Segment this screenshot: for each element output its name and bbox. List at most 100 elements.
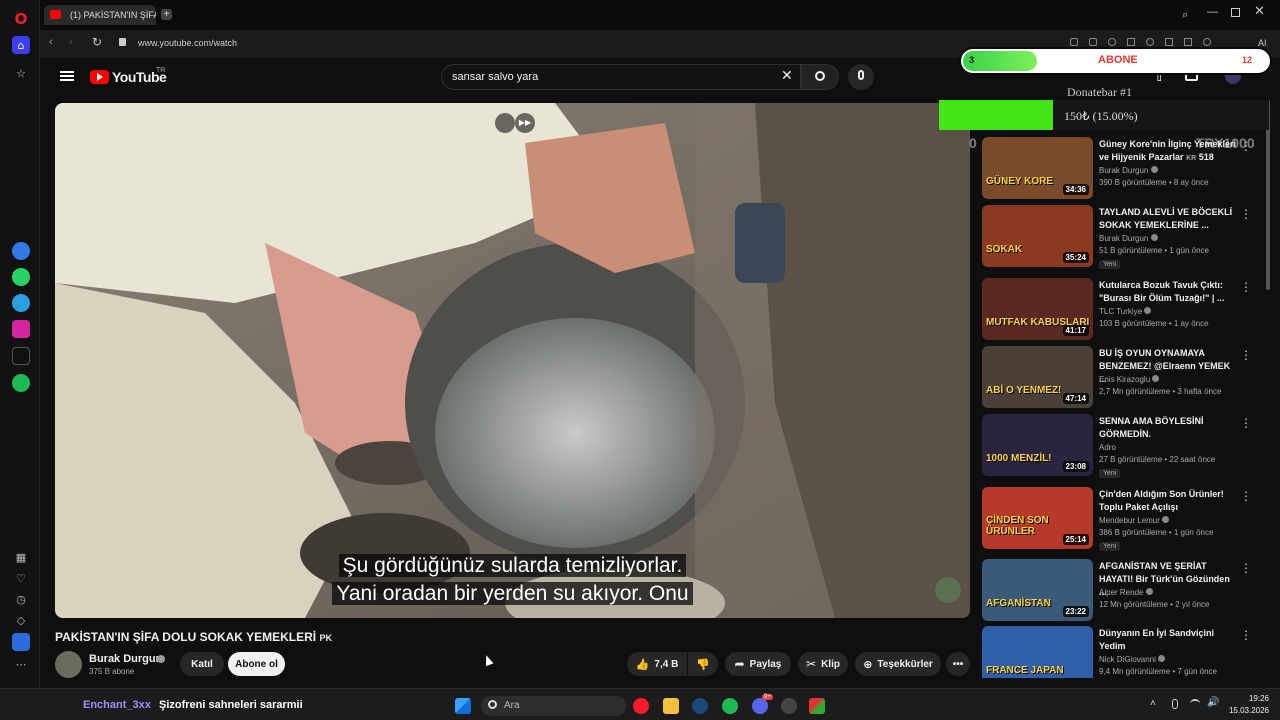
recommendation-channel[interactable]: Enis Kirazoglu (1099, 375, 1160, 384)
maximize-button[interactable] (1231, 8, 1240, 17)
opera-taskbar-icon[interactable] (633, 698, 649, 714)
youtube-logo-icon[interactable] (90, 70, 109, 84)
recommendation-thumbnail[interactable]: ÇİNDEN SON ÜRÜNLER 25:14 (982, 487, 1093, 549)
recommendation-thumbnail[interactable]: 1000 MENZİL! 23:08 (982, 414, 1093, 476)
recommendation-thumbnail[interactable]: GÜNEY KORE 34:36 (982, 137, 1093, 199)
tray-wifi-icon[interactable] (1190, 699, 1200, 708)
recommendation-thumbnail[interactable]: AFGANİSTAN 23:22 (982, 559, 1093, 621)
recommendation-menu-icon[interactable]: ⋮ (1240, 628, 1252, 642)
recommendation-channel[interactable]: Nick DiGiovanni (1099, 655, 1166, 664)
recommendation-menu-icon[interactable]: ⋮ (1240, 561, 1252, 575)
new-tab-button[interactable]: + (161, 9, 172, 20)
recommendation-menu-icon[interactable]: ⋮ (1240, 489, 1252, 503)
whatsapp-icon[interactable] (12, 268, 30, 286)
recommendation-title[interactable]: Dünyanın En İyi Sandviçini Yedim (1099, 627, 1239, 653)
channel-name[interactable]: Burak Durgun (89, 653, 162, 665)
recommendation-title[interactable]: SENNA AMA BÖYLESİNİ GÖRMEDİN. (1099, 415, 1239, 441)
clear-search-icon[interactable]: ✕ (781, 68, 793, 84)
skip-icon[interactable]: ▶▶ (515, 113, 535, 133)
telegram-icon[interactable] (12, 294, 30, 312)
recommendation-channel[interactable]: Burak Durgun (1099, 234, 1158, 243)
recommendation-menu-icon[interactable]: ⋮ (1240, 348, 1252, 362)
search-button[interactable] (801, 64, 839, 90)
channel-avatar[interactable] (55, 651, 82, 678)
recommendation-thumbnail[interactable]: FRANCE JAPAN (982, 626, 1093, 678)
heart-icon[interactable]: ♡ (12, 569, 30, 587)
discord-icon[interactable] (752, 698, 768, 714)
spotify-taskbar-icon[interactable] (722, 698, 738, 714)
share-button[interactable]: ➦ Paylaş (725, 652, 791, 676)
subscribe-button[interactable]: Abone ol (228, 652, 285, 676)
recommendation-menu-icon[interactable]: ⋮ (1240, 207, 1252, 221)
minimize-button[interactable]: — (1207, 6, 1218, 18)
heart-outline-icon[interactable] (1146, 38, 1154, 46)
more-icon[interactable]: ⋯ (12, 655, 30, 673)
apps-grid-icon[interactable]: ▦ (12, 548, 30, 566)
recommendation-item[interactable]: AFGANİSTAN 23:22 AFGANİSTAN VE ŞERİAT HAYA… (982, 559, 1267, 623)
camera-icon[interactable] (1089, 38, 1097, 46)
more-actions-button[interactable]: ••• (946, 652, 970, 676)
file-explorer-icon[interactable] (663, 698, 679, 714)
toolbar-icon[interactable] (1070, 38, 1078, 46)
clock-date[interactable]: 15.03.2026 (1222, 706, 1269, 715)
hamburger-icon[interactable] (60, 71, 74, 73)
tab-youtube[interactable]: (1) PAKİSTAN'IN ŞİFA D (44, 5, 156, 25)
recommendation-item[interactable]: MUTFAK KABUSLARI 41:17 Kutularca Bozuk Tav… (982, 278, 1267, 342)
recommendation-channel[interactable]: TLC Turkiye (1099, 307, 1152, 316)
miniplayer-icon[interactable] (495, 113, 515, 133)
clip-button[interactable]: ✂ Klip (798, 652, 848, 676)
profile-icon[interactable] (1203, 38, 1211, 46)
tiktok-icon[interactable] (12, 347, 30, 365)
recommendation-title[interactable]: TAYLAND ALEVLİ VE BÖCEKLİ SOKAK YEMEKLER… (1099, 206, 1239, 232)
tray-mic-icon[interactable] (1172, 699, 1178, 709)
search-box[interactable]: sansar salvo yara ✕ (441, 64, 801, 90)
recommendation-channel[interactable]: Alper Rende (1099, 588, 1153, 597)
recommendation-thumbnail[interactable]: MUTFAK KABUSLARI 41:17 (982, 278, 1093, 340)
search-input[interactable]: sansar salvo yara (452, 71, 538, 83)
recommendation-title[interactable]: Çin'den Aldığım Son Ürünler! Toplu Paket… (1099, 488, 1239, 514)
instagram-icon[interactable] (12, 320, 30, 338)
tray-volume-icon[interactable]: 🔊 (1207, 697, 1219, 708)
cube-icon[interactable]: ◇ (12, 611, 30, 629)
voice-search-button[interactable] (848, 64, 874, 90)
recommendation-thumbnail[interactable]: ABİ O YENMEZ! 47:14 (982, 346, 1093, 408)
shield-icon[interactable] (1108, 38, 1116, 46)
forward-icon[interactable]: › (69, 36, 73, 48)
recommendation-menu-icon[interactable]: ⋮ (1240, 416, 1252, 430)
messenger-icon[interactable] (12, 242, 30, 260)
thanks-button[interactable]: ⊕ Teşekkürler (855, 652, 941, 676)
extension-icon[interactable] (12, 633, 30, 651)
star-icon[interactable]: ☆ (12, 64, 30, 82)
video-player[interactable]: ▶▶ Şu gördüğünüz sularda temizliyorlar. … (55, 103, 970, 618)
recommendation-channel[interactable]: Burak Durgun (1099, 166, 1158, 175)
join-button[interactable]: Katıl (180, 652, 224, 676)
menu-icon[interactable] (1184, 38, 1192, 46)
close-window-button[interactable]: ✕ (1254, 4, 1265, 19)
like-button[interactable]: 👍 7,4 B (627, 652, 687, 676)
recommendation-menu-icon[interactable]: ⋮ (1240, 280, 1252, 294)
recommendation-title[interactable]: Kutularca Bozuk Tavuk Çıktı: "Burası Bir… (1099, 279, 1239, 305)
back-icon[interactable]: ‹ (49, 36, 53, 48)
tray-chevron-icon[interactable]: ˄ (1150, 698, 1156, 709)
clock-time[interactable]: 19:26 (1222, 694, 1269, 703)
url-field[interactable]: www.youtube.com/watch (138, 38, 237, 48)
recommendation-thumbnail[interactable]: SOKAK 35:24 (982, 205, 1093, 267)
channel-watermark-icon[interactable] (935, 577, 961, 603)
dislike-button[interactable]: 👎 (688, 652, 718, 676)
play-icon[interactable] (1127, 38, 1135, 46)
recommendation-item[interactable]: FRANCE JAPAN Dünyanın En İyi Sandviçini Y… (982, 626, 1267, 678)
taskbar-search[interactable]: Ara (481, 696, 626, 716)
recommendation-item[interactable]: ÇİNDEN SON ÜRÜNLER 25:14 Çin'den Aldığım S… (982, 487, 1267, 551)
app-icon[interactable] (809, 698, 825, 714)
recommendation-item[interactable]: SOKAK 35:24 TAYLAND ALEVLİ VE BÖCEKLİ SOKA… (982, 205, 1267, 269)
steam-icon[interactable] (692, 698, 708, 714)
recommendation-item[interactable]: 1000 MENZİL! 23:08 SENNA AMA BÖYLESİNİ GÖR… (982, 414, 1267, 478)
spotify-icon[interactable] (12, 374, 30, 392)
reload-icon[interactable]: ↻ (92, 35, 102, 49)
search-tabs-icon[interactable]: ⌕ (1182, 8, 1188, 22)
windows-start-icon[interactable] (455, 698, 471, 714)
opera-logo-icon[interactable]: O (12, 10, 30, 28)
home-icon[interactable]: ⌂ (12, 36, 30, 54)
obs-icon[interactable] (781, 698, 797, 714)
recommendation-item[interactable]: ABİ O YENMEZ! 47:14 BU İŞ OYUN OYNAMAYA BE… (982, 346, 1267, 410)
